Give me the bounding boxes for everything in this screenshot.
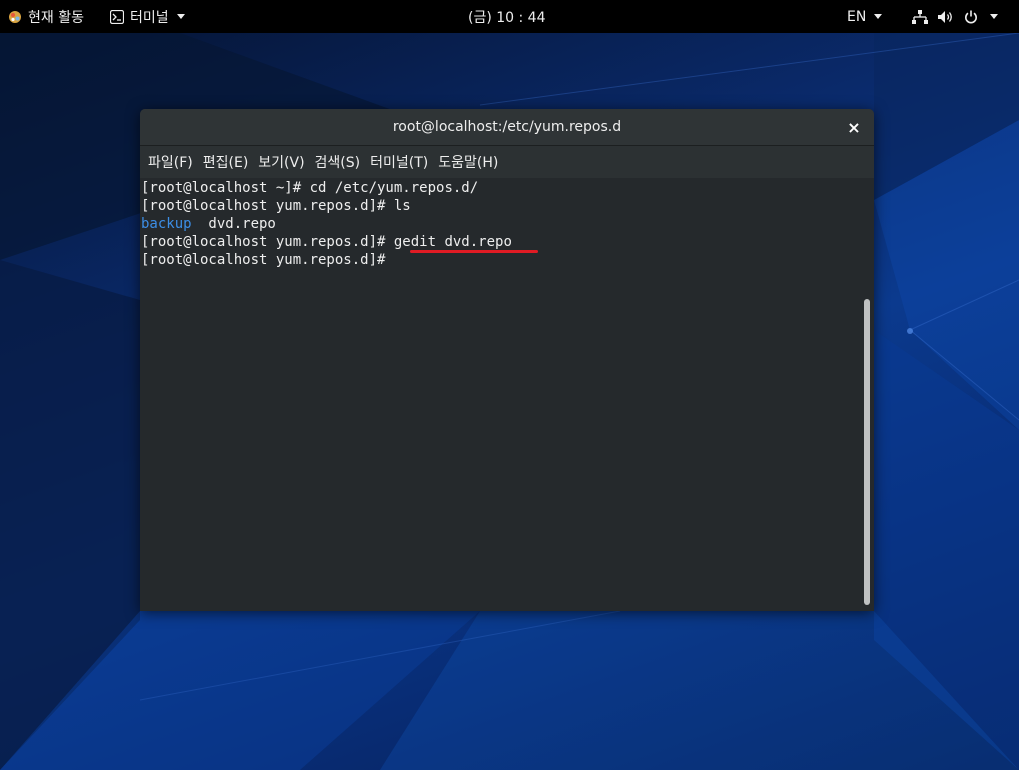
window-title: root@localhost:/etc/yum.repos.d [392,119,622,135]
system-menu-button[interactable] [912,0,998,33]
file-entry: dvd.repo [191,216,276,232]
scrollbar[interactable] [860,178,874,611]
menu-edit[interactable]: 편집(E) [199,152,253,172]
input-method-button[interactable]: EN [847,0,883,33]
activities-button[interactable]: 현재 활동 [8,0,84,33]
highlighted-command: gedit dvd.repo [393,234,512,250]
terminal-line: [root@localhost ~]# cd /etc/yum.repos.d/ [141,179,860,197]
prompt: [root@localhost yum.repos.d]# [141,234,394,250]
activities-label: 현재 활동 [28,9,84,26]
command: cd /etc/yum.repos.d/ [309,180,479,196]
app-menu-button[interactable]: 터미널 [110,0,185,33]
prompt: [root@localhost ~]# [141,180,310,196]
terminal-window: root@localhost:/etc/yum.repos.d × 파일(F) … [140,109,874,611]
close-icon: × [847,117,861,137]
app-menu-label: 터미널 [130,9,169,26]
directory-entry: backup [141,216,192,232]
terminal-line: [root@localhost yum.repos.d]# gedit dvd.… [141,233,860,251]
command: ls [393,198,411,214]
menu-terminal[interactable]: 터미널(T) [366,152,432,172]
terminal-line: backup dvd.repo [141,215,860,233]
desktop: 현재 활동 터미널 (금) 10 : 44 EN root@localhost:… [0,0,1019,770]
scrollbar-thumb[interactable] [864,299,870,605]
top-bar: 현재 활동 터미널 (금) 10 : 44 EN [0,0,1019,33]
close-button[interactable]: × [844,117,864,137]
terminal-line: [root@localhost yum.repos.d]# [141,251,860,269]
terminal-icon [110,9,124,24]
prompt: [root@localhost yum.repos.d]# [141,198,394,214]
clock-button[interactable]: (금) 10 : 44 [468,0,546,33]
menu-help[interactable]: 도움말(H) [434,152,502,172]
window-titlebar[interactable]: root@localhost:/etc/yum.repos.d × [140,109,874,146]
input-method-label: EN [847,8,867,25]
menu-search[interactable]: 검색(S) [311,152,365,172]
network-icon [912,9,928,24]
activities-icon [9,10,21,23]
power-icon [965,10,977,23]
terminal-output[interactable]: [root@localhost ~]# cd /etc/yum.repos.d/… [140,178,860,611]
prompt: [root@localhost yum.repos.d]# [141,252,394,268]
menu-view[interactable]: 보기(V) [254,152,308,172]
volume-icon [938,10,952,23]
menu-bar: 파일(F) 편집(E) 보기(V) 검색(S) 터미널(T) 도움말(H) [140,146,874,178]
chevron-down-icon [176,14,185,19]
terminal-line: [root@localhost yum.repos.d]# ls [141,197,860,215]
chevron-down-icon [990,14,998,19]
red-underline-annotation [410,250,538,253]
text-cursor [394,251,402,267]
clock-label: (금) 10 : 44 [468,9,546,26]
chevron-down-icon [874,14,883,19]
menu-file[interactable]: 파일(F) [144,152,197,172]
